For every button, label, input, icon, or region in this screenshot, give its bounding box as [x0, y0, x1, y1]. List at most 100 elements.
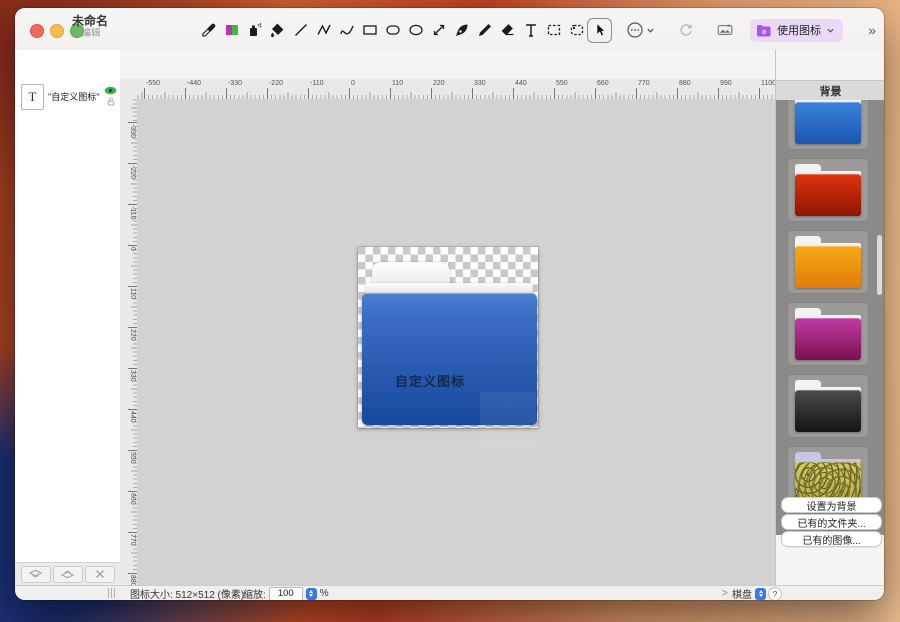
ruler-tick-label: -110 [310, 79, 351, 88]
background-folder-item[interactable] [787, 100, 869, 150]
rounded-rectangle-tool[interactable] [384, 22, 401, 39]
chevron-down-icon [826, 26, 835, 35]
editor-canvas[interactable]: 自定义图标 [137, 99, 775, 585]
ruler-tick-label: 440 [121, 411, 137, 452]
more-tools-group[interactable] [626, 21, 655, 39]
background-folder-item[interactable] [787, 230, 869, 294]
layer-controls [104, 86, 117, 106]
close-button[interactable] [30, 24, 44, 38]
ellipsis-circle-icon [626, 21, 644, 39]
ruler-tick-label: 990 [720, 79, 761, 88]
background-folder-item[interactable] [787, 158, 869, 222]
horizontal-ruler-labels: -550-440-330-220-11001102203304405506607… [137, 79, 775, 88]
pen-tool[interactable] [453, 22, 470, 39]
arrow-line-tool[interactable] [430, 22, 447, 39]
toolbar-overflow-button[interactable]: » [868, 22, 876, 38]
background-panel: 背景 [775, 50, 884, 585]
text-tool[interactable] [522, 22, 539, 39]
layers-panel: T "自定义图标" [15, 50, 121, 585]
folder-body-shape: 自定义图标 [362, 293, 537, 425]
content-top-strip [120, 50, 775, 79]
ruler-tick-label: 0 [351, 79, 392, 88]
app-window: 未命名 已编辑 [15, 8, 884, 600]
chevron-down-icon [646, 26, 655, 35]
folder-thumbnail [795, 236, 861, 290]
ruler-tick-label: -220 [269, 79, 310, 88]
eye-icon[interactable] [104, 86, 117, 95]
minimize-button[interactable] [50, 24, 64, 38]
ellipse-tool[interactable] [407, 22, 424, 39]
canvas-style-group[interactable]: 棋盘 [732, 587, 766, 600]
layer-label: "自定义图标" [48, 90, 99, 103]
ruler-tick-label: 330 [121, 370, 137, 411]
polyline-tool[interactable] [315, 22, 332, 39]
ruler-tick-label: 440 [515, 79, 556, 88]
rectangle-tool[interactable] [361, 22, 378, 39]
background-folder-item[interactable] [787, 374, 869, 438]
grid-style-label: 棋盘 [732, 586, 752, 600]
marquee-select-tool[interactable] [545, 22, 562, 39]
zoom-control-group: 缩放: % [243, 587, 329, 600]
unlock-icon[interactable] [107, 97, 115, 106]
window-title: 未命名 [72, 14, 108, 28]
folder-thumbnail [795, 308, 861, 362]
eraser-tool[interactable] [499, 22, 516, 39]
spray-can-tool[interactable] [246, 22, 263, 39]
vertical-ruler: -330-220-1100110220330440550660770880 [120, 99, 138, 585]
ruler-tick-label: 660 [597, 79, 638, 88]
curve-tool[interactable] [338, 22, 355, 39]
eyedropper-tool[interactable] [200, 22, 217, 39]
pencil-tool[interactable] [476, 22, 493, 39]
tool-palette: 使用图标 » [200, 17, 876, 43]
cursor-tool[interactable] [591, 22, 608, 39]
ruler-tick-label: 330 [474, 79, 515, 88]
window-edited-badge: 已编辑 [72, 28, 108, 39]
background-folder-item[interactable] [787, 302, 869, 366]
ruler-tick-label: 660 [121, 493, 137, 534]
existing-folders-button[interactable]: 已有的文件夹... [781, 514, 882, 530]
ruler-tick-label: 550 [121, 452, 137, 493]
horizontal-ruler: -550-440-330-220-11001102203304405506607… [137, 79, 775, 100]
window-title-group: 未命名 已编辑 [72, 14, 108, 40]
zoom-stepper[interactable] [306, 588, 317, 600]
redo-button[interactable] [677, 22, 694, 39]
layers-footer [15, 562, 120, 585]
purple-folder-gear-icon [756, 24, 772, 37]
status-bar: 图标大小: 512×512 (像素) 缩放: % > 棋盘 ? [15, 585, 884, 600]
scrollbar-thumb[interactable] [877, 235, 882, 295]
disclosure-chevron[interactable]: > [722, 587, 728, 600]
background-folder-list [776, 100, 884, 535]
zoom-input[interactable] [269, 587, 303, 601]
ruler-tick-label: -550 [146, 79, 187, 88]
merge-layer-up-button[interactable] [53, 566, 83, 583]
ruler-tick-label: 550 [556, 79, 597, 88]
import-image-button[interactable] [714, 22, 736, 39]
help-button[interactable]: ? [768, 587, 782, 600]
paint-bucket-tool[interactable] [269, 22, 286, 39]
ruler-tick-label: -110 [121, 206, 137, 247]
folder-thumbnail [795, 100, 861, 146]
ruler-tick-label: -330 [228, 79, 269, 88]
folder-watermark [480, 392, 536, 448]
folder-caption-text[interactable]: 自定义图标 [395, 371, 465, 390]
delete-layer-button[interactable] [85, 566, 115, 583]
folder-thumbnail [795, 164, 861, 218]
ruler-tick-label: 110 [392, 79, 433, 88]
ruler-corner [120, 79, 138, 100]
folder-thumbnail [795, 380, 861, 434]
smart-select-tool[interactable] [568, 22, 585, 39]
grid-style-stepper[interactable] [755, 588, 766, 600]
titlebar: 未命名 已编辑 [15, 8, 884, 51]
sidebar-resize-handle[interactable] [108, 588, 115, 598]
layer-item[interactable]: T "自定义图标" [21, 84, 117, 114]
vertical-ruler-labels: -330-220-1100110220330440550660770880 [120, 99, 137, 600]
icon-artboard[interactable]: 自定义图标 [358, 247, 538, 428]
color-swatch-tool[interactable] [223, 22, 240, 39]
ruler-tick-label: -440 [187, 79, 228, 88]
merge-layer-down-button[interactable] [21, 566, 51, 583]
set-as-background-button[interactable]: 设置为背景 [781, 497, 882, 513]
use-icon-button[interactable]: 使用图标 [750, 19, 843, 42]
line-tool[interactable] [292, 22, 309, 39]
existing-images-button[interactable]: 已有的图像... [781, 531, 882, 547]
ruler-tick-label: 0 [121, 247, 137, 288]
